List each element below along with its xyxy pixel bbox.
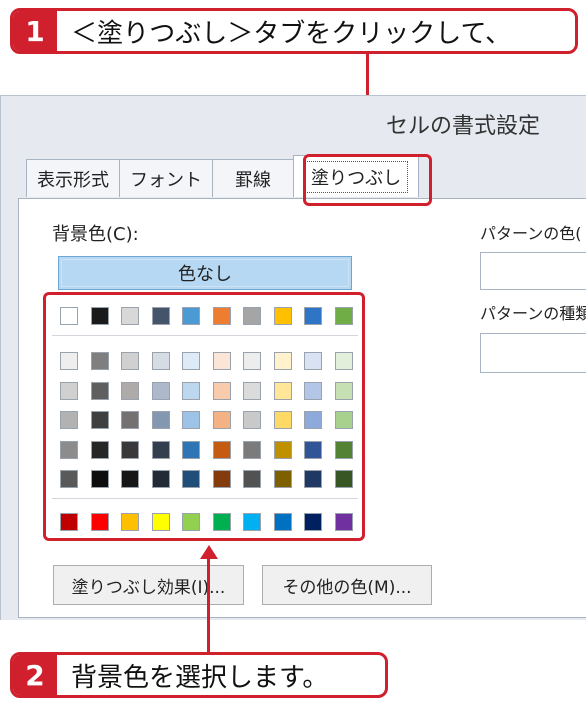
pattern-color-label: パターンの色( [480, 224, 582, 243]
callout-step-1-text: ＜塗りつぶし＞タブをクリックして、 [71, 18, 512, 49]
color-swatch[interactable] [151, 352, 170, 370]
more-colors-button[interactable]: その他の色(M)... [262, 565, 432, 605]
color-swatch[interactable] [121, 513, 139, 531]
tab-label: フォント [130, 169, 202, 191]
no-color-button[interactable]: 色なし [58, 256, 352, 290]
color-swatch[interactable] [60, 411, 78, 429]
color-swatch[interactable] [90, 307, 109, 325]
dialog-title: セルの書式設定 [386, 114, 541, 139]
color-swatch[interactable] [243, 440, 261, 459]
color-swatch[interactable] [273, 381, 292, 400]
color-swatch[interactable] [334, 440, 353, 459]
color-swatch[interactable] [243, 307, 261, 325]
callout-step-2: 2 背景色を選択します。 [10, 652, 388, 698]
color-swatch[interactable] [60, 513, 78, 531]
color-swatch[interactable] [304, 513, 322, 531]
tab-label: 表示形式 [37, 169, 109, 191]
color-swatch[interactable] [273, 440, 292, 459]
color-swatch[interactable] [212, 307, 231, 325]
color-swatch[interactable] [121, 307, 139, 325]
color-swatch[interactable] [243, 381, 261, 400]
color-swatch[interactable] [212, 470, 231, 488]
color-swatch[interactable] [121, 381, 139, 400]
color-swatch[interactable] [121, 470, 139, 488]
color-swatch[interactable] [304, 352, 322, 370]
color-swatch[interactable] [243, 411, 261, 429]
callout-step-2-text: 背景色を選択します。 [71, 662, 329, 693]
color-swatch[interactable] [182, 307, 200, 325]
fill-effects-button[interactable]: 塗りつぶし効果(I)... [53, 565, 244, 605]
color-swatch[interactable] [151, 381, 170, 400]
callout-step-2-number: 2 [13, 655, 57, 695]
tab-font[interactable]: フォント [119, 159, 213, 197]
color-swatch[interactable] [182, 352, 200, 370]
color-swatch[interactable] [121, 411, 139, 429]
callout-step-1: 1 ＜塗りつぶし＞タブをクリックして、 [10, 8, 578, 54]
tab-number-format[interactable]: 表示形式 [26, 159, 120, 197]
color-swatch[interactable] [273, 411, 292, 429]
color-swatch[interactable] [334, 513, 353, 531]
color-swatch[interactable] [121, 352, 139, 370]
color-swatch[interactable] [334, 352, 353, 370]
color-swatch[interactable] [182, 381, 200, 400]
color-swatch[interactable] [90, 440, 109, 459]
color-swatch[interactable] [60, 381, 78, 400]
pattern-type-dropdown[interactable] [480, 333, 586, 373]
callout-step-1-number: 1 [13, 11, 57, 51]
color-swatch[interactable] [151, 411, 170, 429]
color-swatch[interactable] [182, 513, 200, 531]
color-swatch[interactable] [273, 352, 292, 370]
tab-border[interactable]: 罫線 [212, 159, 294, 197]
color-swatch[interactable] [60, 307, 78, 325]
color-swatch[interactable] [243, 513, 261, 531]
color-swatch[interactable] [182, 440, 200, 459]
color-swatch[interactable] [90, 411, 109, 429]
color-swatch[interactable] [304, 411, 322, 429]
color-swatch[interactable] [90, 470, 109, 488]
color-swatch[interactable] [273, 307, 292, 325]
color-swatch[interactable] [151, 513, 170, 531]
color-swatch[interactable] [60, 352, 78, 370]
background-color-label: 背景色(C): [52, 224, 139, 245]
fill-tab-highlight [303, 154, 432, 206]
color-swatch[interactable] [273, 513, 292, 531]
color-swatch[interactable] [151, 470, 170, 488]
color-swatch[interactable] [151, 307, 170, 325]
pattern-type-label: パターンの種類 [480, 304, 586, 323]
color-swatch[interactable] [304, 470, 322, 488]
pattern-color-dropdown[interactable] [480, 252, 586, 290]
color-swatch[interactable] [273, 470, 292, 488]
color-swatch[interactable] [212, 513, 231, 531]
color-swatch[interactable] [90, 381, 109, 400]
color-swatch[interactable] [243, 470, 261, 488]
color-swatch[interactable] [90, 513, 109, 531]
color-swatch[interactable] [334, 470, 353, 488]
color-swatch[interactable] [121, 440, 139, 459]
color-swatch[interactable] [182, 470, 200, 488]
color-swatch[interactable] [334, 381, 353, 400]
color-swatch[interactable] [304, 440, 322, 459]
arrow-2-head [200, 545, 218, 559]
color-swatch[interactable] [212, 352, 231, 370]
color-swatch[interactable] [304, 381, 322, 400]
arrow-2-line [207, 558, 210, 652]
color-swatch[interactable] [151, 440, 170, 459]
color-swatch[interactable] [182, 411, 200, 429]
color-swatch[interactable] [304, 307, 322, 325]
color-swatch[interactable] [212, 381, 231, 400]
color-swatch[interactable] [60, 440, 78, 459]
color-swatch[interactable] [212, 440, 231, 459]
color-swatch[interactable] [334, 411, 353, 429]
color-swatch[interactable] [243, 352, 261, 370]
color-swatch[interactable] [90, 352, 109, 370]
color-swatch[interactable] [334, 307, 353, 325]
color-swatch[interactable] [212, 411, 231, 429]
color-swatch[interactable] [60, 470, 78, 488]
tab-label: 罫線 [235, 169, 271, 191]
